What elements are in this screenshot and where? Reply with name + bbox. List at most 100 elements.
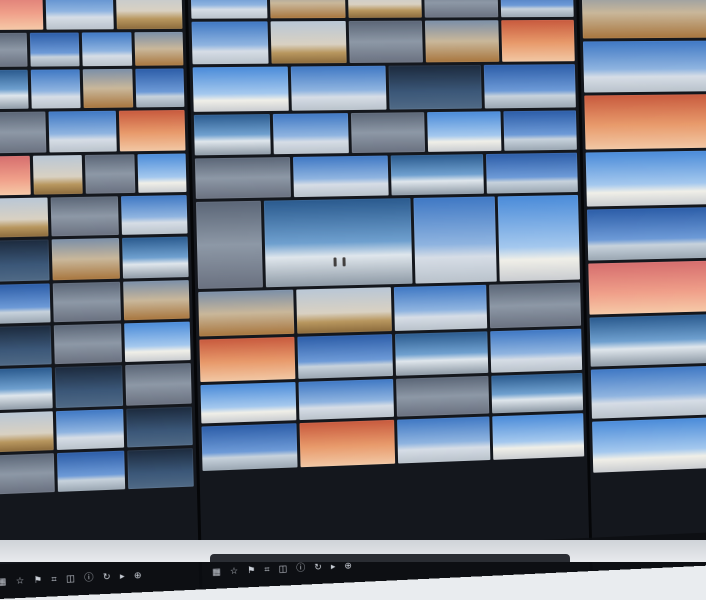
photo-thumbnail[interactable] bbox=[30, 69, 80, 108]
crop-icon[interactable]: ⌗ bbox=[264, 565, 269, 574]
crop-icon[interactable]: ⌗ bbox=[51, 574, 57, 583]
photo-thumbnail[interactable] bbox=[52, 238, 120, 280]
photo-thumbnail[interactable] bbox=[196, 201, 263, 289]
photo-thumbnail[interactable] bbox=[390, 154, 484, 195]
photo-thumbnail[interactable] bbox=[54, 323, 122, 364]
photo-thumbnail[interactable] bbox=[298, 334, 393, 379]
photo-thumbnail[interactable] bbox=[588, 261, 706, 315]
photo-thumbnail[interactable] bbox=[270, 21, 346, 64]
photo-thumbnail[interactable] bbox=[396, 376, 489, 417]
photo-thumbnail[interactable] bbox=[264, 198, 413, 287]
photo-thumbnail[interactable] bbox=[122, 237, 189, 279]
photo-thumbnail[interactable] bbox=[293, 156, 388, 198]
compare-icon[interactable]: ◫ bbox=[279, 564, 288, 573]
photo-thumbnail[interactable] bbox=[425, 20, 499, 62]
photo-thumbnail[interactable] bbox=[0, 197, 49, 237]
photo-thumbnail[interactable] bbox=[135, 68, 185, 107]
photo-thumbnail[interactable] bbox=[51, 196, 119, 236]
photo-thumbnail[interactable] bbox=[484, 64, 576, 108]
photo-thumbnail[interactable] bbox=[0, 0, 44, 30]
photo-thumbnail[interactable] bbox=[273, 113, 349, 154]
photo-thumbnail[interactable] bbox=[584, 94, 706, 149]
photo-thumbnail[interactable] bbox=[501, 20, 574, 62]
photo-thumbnail[interactable] bbox=[134, 32, 183, 66]
photo-thumbnail[interactable] bbox=[126, 407, 193, 448]
photo-thumbnail[interactable] bbox=[414, 196, 497, 283]
photo-thumbnail[interactable] bbox=[127, 448, 194, 489]
photo-thumbnail[interactable] bbox=[348, 21, 423, 63]
photo-thumbnail[interactable] bbox=[192, 21, 269, 64]
photo-thumbnail[interactable] bbox=[0, 411, 54, 452]
photo-thumbnail[interactable] bbox=[0, 283, 51, 324]
grid-icon[interactable]: ▦ bbox=[0, 577, 6, 587]
photo-thumbnail[interactable] bbox=[491, 373, 583, 414]
photo-thumbnail[interactable] bbox=[0, 367, 53, 410]
photo-thumbnail[interactable] bbox=[270, 0, 346, 18]
photo-thumbnail[interactable] bbox=[397, 416, 491, 463]
photo-thumbnail[interactable] bbox=[296, 287, 391, 334]
photo-thumbnail[interactable] bbox=[55, 365, 123, 408]
photo-thumbnail[interactable] bbox=[124, 322, 191, 362]
zoom-icon[interactable]: ⊕ bbox=[134, 570, 142, 579]
photo-thumbnail[interactable] bbox=[393, 285, 487, 331]
photo-thumbnail[interactable] bbox=[590, 314, 706, 367]
photo-thumbnail[interactable] bbox=[347, 0, 422, 18]
photo-thumbnail[interactable] bbox=[121, 195, 188, 235]
photo-thumbnail[interactable] bbox=[0, 453, 55, 494]
photo-thumbnail[interactable] bbox=[82, 32, 132, 66]
photo-thumbnail[interactable] bbox=[200, 382, 296, 423]
photo-thumbnail[interactable] bbox=[116, 0, 183, 29]
photo-thumbnail[interactable] bbox=[300, 420, 395, 467]
photo-thumbnail[interactable] bbox=[85, 154, 135, 193]
photo-thumbnail[interactable] bbox=[125, 363, 192, 406]
info-icon[interactable]: ⓘ bbox=[84, 573, 94, 583]
photo-thumbnail[interactable] bbox=[486, 153, 578, 194]
photo-thumbnail[interactable] bbox=[199, 337, 295, 382]
flag-icon[interactable]: ⚑ bbox=[247, 565, 255, 574]
photo-thumbnail[interactable] bbox=[0, 325, 52, 366]
photo-thumbnail[interactable] bbox=[195, 157, 291, 199]
star-icon[interactable]: ☆ bbox=[16, 576, 25, 586]
photo-thumbnail[interactable] bbox=[591, 366, 706, 419]
rotate-icon[interactable]: ↻ bbox=[103, 572, 111, 582]
photo-thumbnail[interactable] bbox=[583, 41, 706, 93]
photo-thumbnail[interactable] bbox=[394, 331, 488, 376]
photo-thumbnail[interactable] bbox=[492, 413, 584, 460]
photo-thumbnail[interactable] bbox=[504, 110, 577, 150]
photo-thumbnail[interactable] bbox=[32, 155, 82, 195]
rotate-icon[interactable]: ↻ bbox=[314, 562, 322, 571]
photo-thumbnail[interactable] bbox=[53, 282, 121, 322]
photo-thumbnail[interactable] bbox=[0, 156, 30, 196]
photo-thumbnail[interactable] bbox=[424, 0, 498, 18]
photo-thumbnail[interactable] bbox=[123, 280, 190, 320]
flag-icon[interactable]: ⚑ bbox=[34, 575, 43, 585]
photo-thumbnail[interactable] bbox=[0, 33, 27, 67]
photo-thumbnail[interactable] bbox=[592, 417, 706, 472]
photo-thumbnail[interactable] bbox=[198, 290, 294, 337]
photo-thumbnail[interactable] bbox=[0, 70, 28, 110]
photo-thumbnail[interactable] bbox=[49, 111, 117, 153]
photo-thumbnail[interactable] bbox=[83, 69, 133, 108]
star-icon[interactable]: ☆ bbox=[230, 566, 238, 575]
photo-thumbnail[interactable] bbox=[46, 0, 114, 30]
photo-thumbnail[interactable] bbox=[57, 451, 125, 492]
photo-thumbnail[interactable] bbox=[582, 0, 706, 38]
photo-thumbnail[interactable] bbox=[29, 33, 79, 67]
photo-thumbnail[interactable] bbox=[586, 151, 706, 207]
info-icon[interactable]: ⓘ bbox=[296, 563, 305, 572]
photo-thumbnail[interactable] bbox=[587, 207, 706, 261]
photo-thumbnail[interactable] bbox=[191, 0, 268, 19]
photo-thumbnail[interactable] bbox=[56, 409, 124, 450]
photo-thumbnail[interactable] bbox=[351, 112, 426, 153]
photo-thumbnail[interactable] bbox=[194, 114, 271, 155]
grid-icon[interactable]: ▦ bbox=[212, 567, 221, 576]
photo-thumbnail[interactable] bbox=[201, 423, 297, 471]
photo-thumbnail[interactable] bbox=[193, 67, 289, 112]
photo-thumbnail[interactable] bbox=[299, 379, 394, 420]
play-icon[interactable]: ▸ bbox=[120, 571, 125, 580]
photo-thumbnail[interactable] bbox=[427, 111, 501, 152]
play-icon[interactable]: ▸ bbox=[331, 562, 336, 571]
photo-thumbnail[interactable] bbox=[137, 154, 187, 193]
zoom-icon[interactable]: ⊕ bbox=[344, 561, 352, 570]
photo-thumbnail[interactable] bbox=[291, 66, 386, 111]
